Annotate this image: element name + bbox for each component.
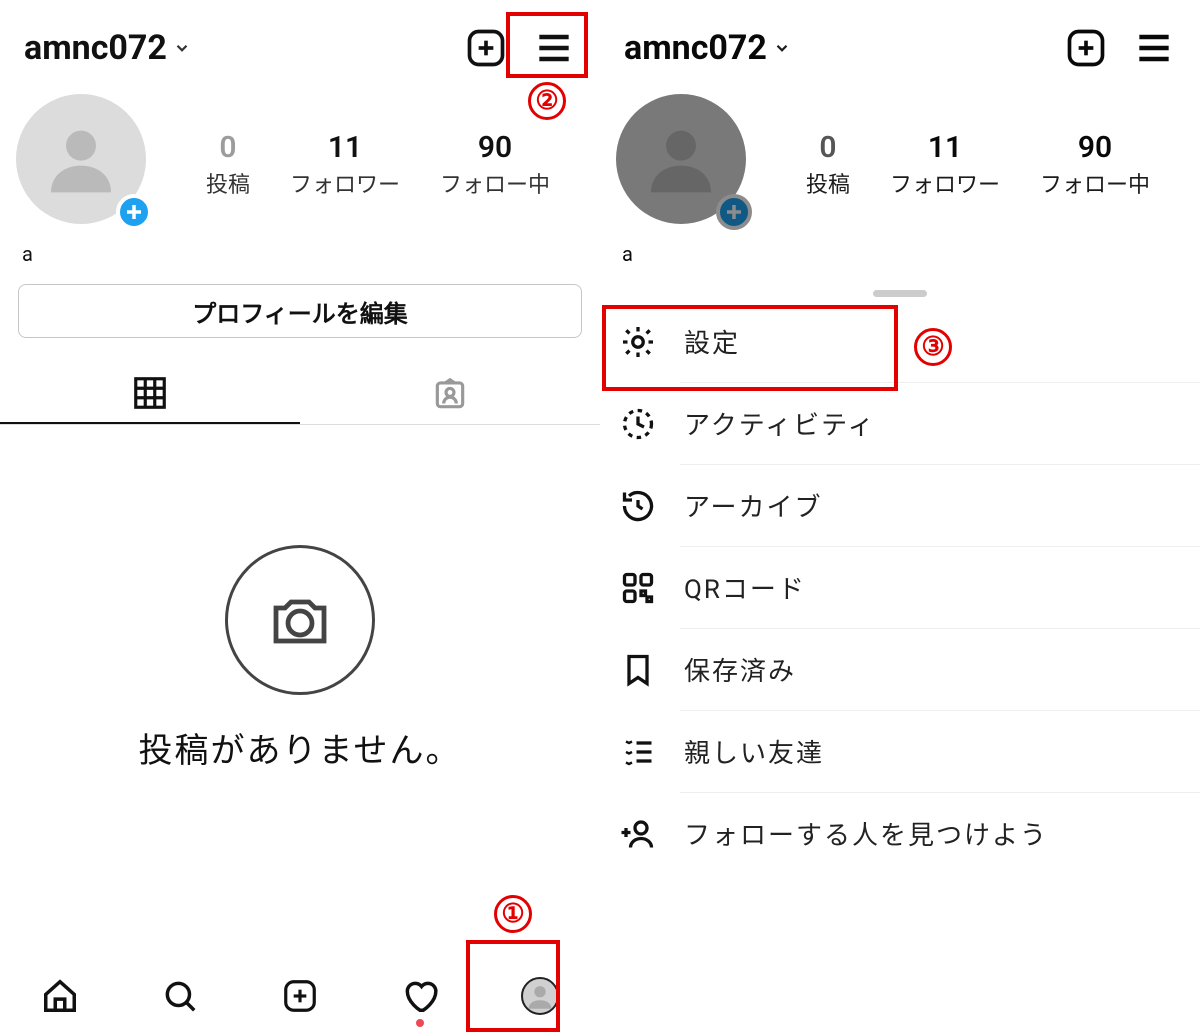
avatar-placeholder-icon (41, 119, 121, 199)
heart-icon (401, 977, 439, 1015)
header: amnc072 (0, 0, 600, 84)
sheet-label: フォローする人を見つけよう (684, 815, 1048, 852)
avatar-wrap[interactable] (16, 94, 156, 234)
plus-square-icon (1064, 26, 1108, 70)
activity-icon (620, 406, 656, 442)
stat-followers-number: 11 (290, 130, 400, 165)
stat-following-label: フォロー中 (1040, 167, 1150, 199)
stat-followers-label: フォロワー (890, 167, 1000, 199)
stat-posts[interactable]: 0 投稿 (206, 130, 250, 199)
sheet-label: QRコード (684, 569, 806, 606)
gear-icon (620, 324, 656, 360)
stats-row: 0投稿 11フォロワー 90フォロー中 (600, 84, 1200, 234)
nav-avatar-icon (521, 977, 559, 1015)
sheet-label: アーカイブ (684, 487, 822, 524)
camera-icon (264, 584, 336, 656)
stat-posts-number: 0 (806, 130, 850, 165)
close-friends-icon (620, 734, 656, 770)
sheet-item-close-friends[interactable]: 親しい友達 (600, 711, 1200, 792)
nav-create[interactable] (275, 971, 325, 1021)
create-button (1064, 26, 1108, 70)
stat-posts-number: 0 (206, 130, 250, 165)
profile-screen-left: amnc072 0 投稿 11 (0, 0, 600, 1036)
sheet-item-saved[interactable]: 保存済み (600, 629, 1200, 710)
plus-square-icon (464, 26, 508, 70)
stat-followers-number: 11 (890, 130, 1000, 165)
grid-icon (131, 374, 169, 412)
menu-sheet: 設定 アクティビティ アーカイブ QRコード (600, 276, 1200, 1036)
menu-icon (532, 26, 576, 70)
display-name: a (600, 234, 1200, 266)
nav-activity[interactable] (395, 971, 445, 1021)
annotation-num-1: ① (494, 895, 532, 933)
chevron-down-icon (173, 39, 191, 57)
plus-icon (720, 198, 748, 226)
stat-followers-label: フォロワー (290, 167, 400, 199)
home-icon (41, 977, 79, 1015)
sheet-item-settings[interactable]: 設定 (600, 301, 1200, 382)
display-name: a (0, 234, 600, 266)
qr-icon (620, 570, 656, 606)
tab-tagged[interactable] (300, 364, 600, 424)
profile-tabs (0, 364, 600, 425)
avatar-placeholder-icon (641, 119, 721, 199)
stat-following-number: 90 (440, 130, 550, 165)
sheet-label: 設定 (684, 323, 740, 360)
username-text: amnc072 (624, 28, 767, 68)
nav-search[interactable] (155, 971, 205, 1021)
username-switcher[interactable]: amnc072 (24, 28, 191, 68)
header: amnc072 (600, 0, 1200, 84)
add-story-badge (716, 194, 752, 230)
chevron-down-icon (773, 39, 791, 57)
empty-state: 投稿がありません。 (0, 425, 600, 772)
plus-square-icon (281, 977, 319, 1015)
stat-following-number: 90 (1040, 130, 1150, 165)
add-story-badge[interactable] (116, 194, 152, 230)
stats-row: 0 投稿 11 フォロワー 90 フォロー中 (0, 84, 600, 234)
tab-grid[interactable] (0, 364, 300, 424)
tagged-icon (431, 375, 469, 413)
sheet-item-activity[interactable]: アクティビティ (600, 383, 1200, 464)
archive-icon (620, 488, 656, 524)
sheet-label: 保存済み (684, 651, 796, 688)
plus-icon (120, 198, 148, 226)
empty-icon-circle (225, 545, 375, 695)
empty-text: 投稿がありません。 (0, 723, 600, 772)
activity-dot-icon (416, 1019, 424, 1027)
username-switcher: amnc072 (624, 28, 791, 68)
edit-profile-button[interactable]: プロフィールを編集 (18, 284, 582, 338)
stat-posts-label: 投稿 (806, 167, 850, 199)
sheet-item-archive[interactable]: アーカイブ (600, 465, 1200, 546)
discover-people-icon (620, 816, 656, 852)
sheet-label: 親しい友達 (684, 733, 824, 770)
nav-profile[interactable] (515, 971, 565, 1021)
stat-following[interactable]: 90 フォロー中 (440, 130, 550, 199)
menu-button[interactable] (532, 26, 576, 70)
avatar-wrap (616, 94, 756, 234)
sheet-grabber[interactable] (873, 290, 927, 297)
profile-screen-right: amnc072 (600, 0, 1200, 1036)
stat-posts-label: 投稿 (206, 167, 250, 199)
edit-profile-label: プロフィールを編集 (192, 294, 408, 329)
username-text: amnc072 (24, 28, 167, 68)
nav-home[interactable] (35, 971, 85, 1021)
search-icon (161, 977, 199, 1015)
bookmark-icon (620, 652, 656, 688)
sheet-label: アクティビティ (684, 405, 876, 442)
stat-following-label: フォロー中 (440, 167, 550, 199)
bottom-nav (0, 956, 600, 1036)
create-button[interactable] (464, 26, 508, 70)
menu-button (1132, 26, 1176, 70)
stat-followers[interactable]: 11 フォロワー (290, 130, 400, 199)
menu-icon (1132, 26, 1176, 70)
sheet-item-qr[interactable]: QRコード (600, 547, 1200, 628)
sheet-item-discover[interactable]: フォローする人を見つけよう (600, 793, 1200, 874)
